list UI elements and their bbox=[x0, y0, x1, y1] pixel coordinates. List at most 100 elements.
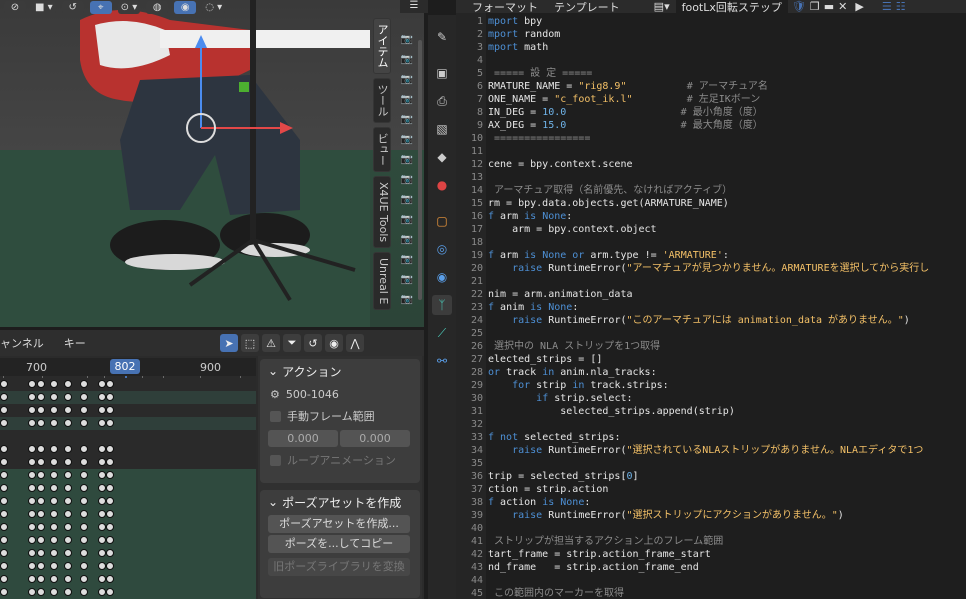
keyframe[interactable] bbox=[106, 549, 114, 557]
view-layer-icon[interactable]: ▧ bbox=[432, 119, 452, 139]
keyframe[interactable] bbox=[50, 484, 58, 492]
keyframe[interactable] bbox=[37, 497, 45, 505]
keyframe[interactable] bbox=[64, 497, 72, 505]
keyframe[interactable] bbox=[64, 484, 72, 492]
keyframe[interactable] bbox=[64, 562, 72, 570]
code-line[interactable]: 3 mport math bbox=[456, 41, 966, 54]
create-pose-asset-button[interactable]: ポーズアセットを作成... bbox=[268, 515, 410, 533]
pose-asset-panel-header[interactable]: ⌄ ポーズアセットを作成 bbox=[260, 490, 420, 514]
keyframe[interactable] bbox=[106, 471, 114, 479]
keyframe[interactable] bbox=[0, 497, 8, 505]
keyframe[interactable] bbox=[50, 575, 58, 583]
code-line[interactable]: 13 bbox=[456, 171, 966, 184]
code-line[interactable]: 30 if strip.select: bbox=[456, 392, 966, 405]
keyframe-track[interactable] bbox=[0, 586, 256, 599]
code-line[interactable]: 9 AX_DEG = 15.0 # 最大角度（度） bbox=[456, 119, 966, 132]
camera-icon[interactable]: 📷 bbox=[400, 272, 414, 286]
keyframe-track[interactable] bbox=[0, 508, 256, 521]
keyframe[interactable] bbox=[106, 575, 114, 583]
keyframe[interactable] bbox=[50, 549, 58, 557]
code-line[interactable]: 5 ===== 設 定 ===== bbox=[456, 67, 966, 80]
keyframe[interactable] bbox=[37, 575, 45, 583]
keyframe[interactable] bbox=[106, 445, 114, 453]
cursor-tool-icon[interactable]: ➤ bbox=[220, 334, 238, 352]
keyframe[interactable] bbox=[98, 393, 106, 401]
code-line[interactable]: 40 bbox=[456, 522, 966, 535]
camera-icon[interactable]: 📷 bbox=[400, 232, 414, 246]
pivot-button[interactable]: ■ ▾ bbox=[32, 1, 56, 14]
keyframe[interactable] bbox=[0, 484, 8, 492]
keyframe[interactable] bbox=[28, 497, 36, 505]
keyframe[interactable] bbox=[37, 419, 45, 427]
code-line[interactable]: 1 mport bpy bbox=[456, 15, 966, 28]
line-numbers-icon[interactable]: ☰ bbox=[882, 0, 892, 13]
code-line[interactable]: 16 f arm is None: bbox=[456, 210, 966, 223]
snap-icon[interactable]: ↺ bbox=[304, 334, 322, 352]
keyframe[interactable] bbox=[64, 536, 72, 544]
tab-tool[interactable]: ツール bbox=[373, 78, 391, 123]
keyframe-track[interactable] bbox=[0, 534, 256, 547]
bone-icon[interactable]: ⟋ bbox=[432, 323, 452, 343]
keyframe[interactable] bbox=[106, 406, 114, 414]
keyframe[interactable] bbox=[80, 575, 88, 583]
text-browse-icon[interactable]: ▤▾ bbox=[654, 0, 670, 13]
folder-icon[interactable]: ▬ bbox=[824, 0, 834, 13]
keyframe[interactable] bbox=[64, 549, 72, 557]
code-line[interactable]: 21 bbox=[456, 275, 966, 288]
keyframe-track[interactable] bbox=[0, 378, 256, 391]
keyframe[interactable] bbox=[80, 588, 88, 596]
keyframe[interactable] bbox=[0, 549, 8, 557]
word-wrap-icon[interactable]: ☷ bbox=[896, 0, 906, 13]
overlay-button[interactable]: ⊙ ▾ bbox=[117, 1, 141, 14]
keyframe[interactable] bbox=[50, 419, 58, 427]
keyframe[interactable] bbox=[98, 575, 106, 583]
keyframe-track[interactable] bbox=[0, 560, 256, 573]
tab-view[interactable]: ビュー bbox=[373, 127, 391, 172]
keyframe[interactable] bbox=[50, 536, 58, 544]
keyframe[interactable] bbox=[37, 445, 45, 453]
code-line[interactable]: 27 elected_strips = [] bbox=[456, 353, 966, 366]
keyframe[interactable] bbox=[106, 419, 114, 427]
keyframe[interactable] bbox=[106, 510, 114, 518]
keyframe[interactable] bbox=[80, 406, 88, 414]
keyframe-track[interactable] bbox=[0, 495, 256, 508]
keyframe[interactable] bbox=[28, 523, 36, 531]
keyframe[interactable] bbox=[28, 588, 36, 596]
keyframe[interactable] bbox=[28, 380, 36, 388]
camera-icon[interactable]: 📷 bbox=[400, 212, 414, 226]
keyframe[interactable] bbox=[106, 536, 114, 544]
keyframe[interactable] bbox=[28, 419, 36, 427]
keyframe[interactable] bbox=[37, 562, 45, 570]
keyframe[interactable] bbox=[28, 536, 36, 544]
keyframe[interactable] bbox=[64, 471, 72, 479]
bone-constraint-icon[interactable]: ⚯ bbox=[432, 351, 452, 371]
modifier-icon[interactable]: ◎ bbox=[432, 239, 452, 259]
keyframe[interactable] bbox=[0, 380, 8, 388]
code-line[interactable]: 34 raise RuntimeError("選択されているNLAストリップがあ… bbox=[456, 444, 966, 457]
keyframe[interactable] bbox=[50, 497, 58, 505]
code-line[interactable]: 36 trip = selected_strips[0] bbox=[456, 470, 966, 483]
keyframe[interactable] bbox=[0, 588, 8, 596]
shading-wireframe-button[interactable]: ◍ bbox=[146, 1, 169, 14]
keyframe[interactable] bbox=[28, 471, 36, 479]
keyframe[interactable] bbox=[64, 406, 72, 414]
code-line[interactable]: 4 bbox=[456, 54, 966, 67]
keyframe[interactable] bbox=[64, 380, 72, 388]
keyframe[interactable] bbox=[28, 510, 36, 518]
armature-data-icon[interactable]: ᛉ bbox=[432, 295, 452, 315]
transform-orient-button[interactable]: ⊘ bbox=[4, 1, 26, 14]
action-panel-header[interactable]: ⌄ アクション bbox=[260, 359, 420, 383]
keyframe-timeline[interactable]: 700 900 802 bbox=[0, 358, 256, 599]
keyframe[interactable] bbox=[50, 406, 58, 414]
keyframe[interactable] bbox=[98, 458, 106, 466]
camera-icon[interactable]: 📷 bbox=[400, 252, 414, 266]
keyframe[interactable] bbox=[80, 562, 88, 570]
keyframe[interactable] bbox=[106, 497, 114, 505]
keyframe[interactable] bbox=[98, 510, 106, 518]
keyframe[interactable] bbox=[98, 484, 106, 492]
code-line[interactable]: 24 raise RuntimeError("このアーマチュアには animat… bbox=[456, 314, 966, 327]
output-icon[interactable]: ⎙ bbox=[432, 91, 452, 111]
tab-x4ue-tools[interactable]: X4UE Tools bbox=[373, 176, 391, 249]
keyframe[interactable] bbox=[98, 419, 106, 427]
keyframe-track[interactable] bbox=[0, 456, 256, 469]
